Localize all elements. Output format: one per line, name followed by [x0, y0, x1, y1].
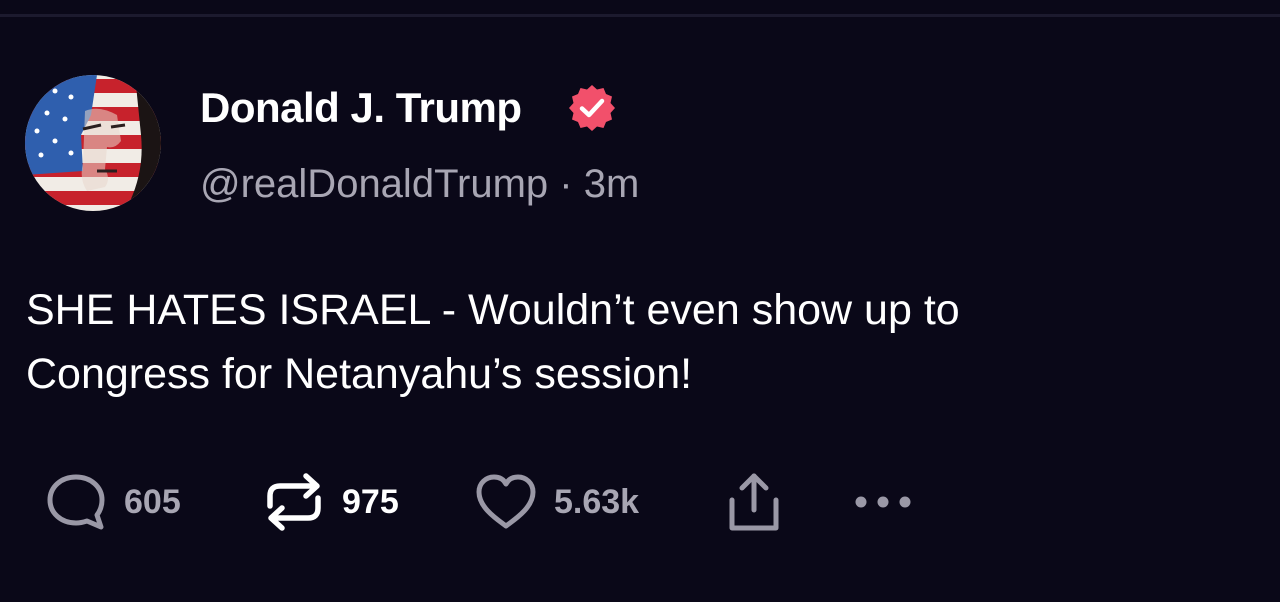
post-text-line-2: Congress for Netanyahu’s session!	[26, 350, 693, 398]
post-timestamp[interactable]: 3m	[584, 162, 640, 206]
top-divider	[0, 14, 1280, 17]
avatar[interactable]	[25, 75, 161, 211]
share-button[interactable]	[724, 470, 784, 534]
display-name[interactable]: Donald J. Trump	[200, 84, 522, 132]
action-bar: 605 975 5.63k	[0, 470, 1280, 534]
speech-bubble-icon	[47, 474, 105, 530]
reply-count: 605	[124, 482, 181, 521]
like-count: 5.63k	[554, 482, 640, 521]
like-button[interactable]: 5.63k	[474, 470, 639, 534]
reply-button[interactable]: 605	[44, 470, 181, 534]
handle-row: @realDonaldTrump · 3m	[200, 162, 639, 207]
share-upload-icon	[729, 473, 779, 531]
ellipsis-icon	[855, 496, 911, 508]
more-options-button[interactable]	[852, 470, 916, 534]
user-handle[interactable]: @realDonaldTrump	[200, 162, 548, 206]
separator-dot: ·	[559, 162, 573, 206]
repost-count: 975	[342, 482, 399, 521]
repost-arrows-icon	[267, 473, 321, 531]
post-text-line-1: SHE HATES ISRAEL - Wouldn’t even show up…	[26, 286, 960, 334]
repost-button[interactable]: 975	[262, 470, 399, 534]
post-text: SHE HATES ISRAEL - Wouldn’t even show up…	[26, 278, 1226, 406]
avatar-image	[25, 75, 161, 211]
heart-icon	[476, 474, 536, 529]
verified-badge-icon	[569, 85, 615, 131]
